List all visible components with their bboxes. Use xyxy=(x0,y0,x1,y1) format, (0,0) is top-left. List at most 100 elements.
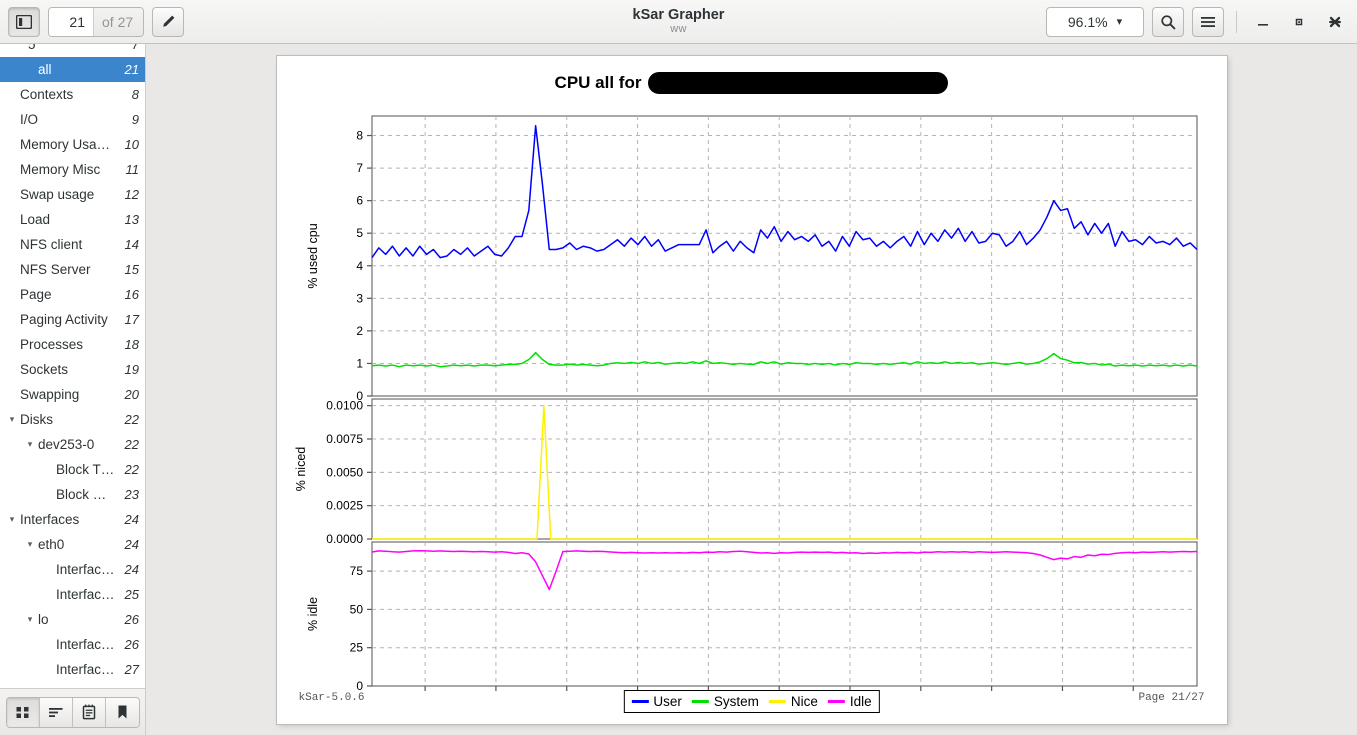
tree-spacer: ▾ xyxy=(4,264,20,275)
sidebar-item-swap-usage[interactable]: ▾Swap usage 12 xyxy=(0,182,145,207)
annotate-button[interactable] xyxy=(152,6,185,37)
close-icon xyxy=(1328,15,1342,29)
page-number-input[interactable] xyxy=(49,7,93,36)
tree-spacer: ▾ xyxy=(4,364,20,375)
y-axis-tick-label: 3 xyxy=(356,291,363,305)
tab-thumbnails[interactable] xyxy=(6,697,40,727)
y-axis-label: % used cpu xyxy=(306,223,320,288)
maximize-button[interactable] xyxy=(1285,8,1313,36)
sidebar-item-interfac[interactable]: ▾Interfac… 26 xyxy=(0,632,145,657)
sidebar-item-label: 5 xyxy=(28,44,36,52)
document-view[interactable]: CPU all for 0 1 2 3 4 5 6 7 8 % used cpu 0.0000 0.0… xyxy=(146,44,1357,735)
sidebar-item-page: 14 xyxy=(124,237,139,252)
sidebar-item-contexts[interactable]: ▾Contexts 8 xyxy=(0,82,145,107)
sidebar-item-page: 9 xyxy=(131,112,139,127)
sidebar-item-eth0[interactable]: ▾ eth0 24 xyxy=(0,532,145,557)
tab-bookmarks[interactable] xyxy=(105,697,139,727)
sidebar-item-label: Interfaces xyxy=(20,512,80,527)
sidebar-item-load[interactable]: ▾Load 13 xyxy=(0,207,145,232)
tree-spacer: ▾ xyxy=(4,139,20,150)
hamburger-menu-icon xyxy=(1200,15,1216,29)
sidebar-item-memory-misc[interactable]: ▾Memory Misc 11 xyxy=(0,157,145,182)
sidebar-item-interfac[interactable]: ▾Interfac… 24 xyxy=(0,557,145,582)
sidebar-item-all[interactable]: ▾all 21 xyxy=(0,57,145,82)
sidebar-item-page: 22 xyxy=(124,462,139,477)
y-axis-tick-label: 0 xyxy=(356,679,363,693)
tree-spacer: ▾ xyxy=(4,214,20,225)
bookmark-icon xyxy=(116,704,129,720)
sidebar-item-sockets[interactable]: ▾Sockets 19 xyxy=(0,357,145,382)
tree-spacer: ▾ xyxy=(4,89,20,100)
sidebar-item-nfs-server[interactable]: ▾NFS Server 15 xyxy=(0,257,145,282)
chevron-down-icon[interactable]: ▾ xyxy=(22,539,38,550)
sidebar-item-interfac[interactable]: ▾Interfac… 25 xyxy=(0,582,145,607)
search-icon xyxy=(1160,14,1176,30)
tab-outline[interactable] xyxy=(39,697,73,727)
sidebar-item-lo[interactable]: ▾ lo 26 xyxy=(0,607,145,632)
chevron-down-icon: ▾ xyxy=(1116,16,1123,28)
y-axis-tick-label: 0.0100 xyxy=(326,399,363,413)
search-button[interactable] xyxy=(1152,6,1184,37)
pencil-icon xyxy=(160,14,176,30)
tree-spacer: ▾ xyxy=(4,389,20,400)
y-axis-label: % niced xyxy=(294,447,308,492)
sidebar-item-label: eth0 xyxy=(38,537,65,552)
page-number-box[interactable]: of 27 xyxy=(48,6,145,37)
sidebar-item-page: 17 xyxy=(124,312,139,327)
sidebar-item-block[interactable]: ▾Block … 23 xyxy=(0,482,145,507)
sidebar-item-page[interactable]: ▾Page 16 xyxy=(0,282,145,307)
tab-annotations[interactable] xyxy=(72,697,106,727)
sidebar-item-nfs-client[interactable]: ▾NFS client 14 xyxy=(0,232,145,257)
close-button[interactable] xyxy=(1321,8,1349,36)
sidebar-item-page: 8 xyxy=(131,87,139,102)
window-title: kSar Grapher xyxy=(632,6,725,23)
tree-spacer: ▾ xyxy=(4,239,20,250)
sidebar-outline-list[interactable]: 5 7 ▾all21▾Contexts8▾I/O9▾Memory Usa…10▾… xyxy=(0,44,145,688)
sidebar-item-interfac[interactable]: ▾Interfac… 27 xyxy=(0,657,145,682)
sidebar-item-page: 16 xyxy=(124,287,139,302)
sidebar-item-swapping[interactable]: ▾Swapping 20 xyxy=(0,382,145,407)
sidebar-toggle-button[interactable] xyxy=(8,6,40,37)
chevron-down-icon[interactable]: ▾ xyxy=(4,414,20,425)
chevron-down-icon[interactable]: ▾ xyxy=(22,614,38,625)
sidebar-item-block-t[interactable]: ▾Block T… 22 xyxy=(0,457,145,482)
plot-frame xyxy=(370,398,1198,540)
sidebar-item-dev253-0[interactable]: ▾ dev253-0 22 xyxy=(0,432,145,457)
y-axis-tick-label: 7 xyxy=(356,161,363,175)
sidebar-item-interfaces[interactable]: ▾ Interfaces 24 xyxy=(0,507,145,532)
minimize-button[interactable] xyxy=(1249,8,1277,36)
sidebar-item-label: lo xyxy=(38,612,49,627)
sidebar-item-paging-activity[interactable]: ▾Paging Activity 17 xyxy=(0,307,145,332)
sidebar: 5 7 ▾all21▾Contexts8▾I/O9▾Memory Usa…10▾… xyxy=(0,44,146,735)
main-menu-button[interactable] xyxy=(1192,6,1224,37)
sidebar-item-label: NFS client xyxy=(20,237,83,252)
sidebar-item-page: 18 xyxy=(124,337,139,352)
tree-spacer: ▾ xyxy=(4,289,20,300)
sidebar-item-label: Page xyxy=(20,287,52,302)
sidebar-item-label: Load xyxy=(20,212,51,227)
tree-spacer: ▾ xyxy=(4,189,20,200)
tree-spacer: ▾ xyxy=(40,489,56,500)
y-axis-label: % idle xyxy=(306,597,320,631)
redaction-bar xyxy=(648,72,949,94)
sidebar-item-processes[interactable]: ▾Processes 18 xyxy=(0,332,145,357)
sidebar-rows: ▾all21▾Contexts8▾I/O9▾Memory Usa…10▾Memo… xyxy=(0,57,145,682)
sidebar-item-i-o[interactable]: ▾I/O 9 xyxy=(0,107,145,132)
page-indicator-label: Page 21/27 xyxy=(1138,692,1205,704)
sidebar-item-memory-usa[interactable]: ▾Memory Usa… 10 xyxy=(0,132,145,157)
sidebar-partial-row: 5 7 xyxy=(0,44,145,57)
sidebar-item-disks[interactable]: ▾ Disks 22 xyxy=(0,407,145,432)
sidebar-item-label: I/O xyxy=(20,112,39,127)
chevron-down-icon[interactable]: ▾ xyxy=(4,514,20,525)
sidebar-item-page: 26 xyxy=(124,637,139,652)
y-axis-tick-label: 8 xyxy=(356,129,363,143)
list-item-partial[interactable]: 5 7 xyxy=(0,44,145,57)
zoom-level-selector[interactable]: 96.1% ▾ xyxy=(1046,6,1144,37)
chart-title-text: CPU all for xyxy=(554,73,642,92)
header-right-group: 96.1% ▾ xyxy=(1046,6,1349,37)
sidebar-item-label: Processes xyxy=(20,337,84,352)
y-axis-tick-label: 0.0050 xyxy=(326,465,363,479)
chevron-down-icon[interactable]: ▾ xyxy=(22,439,38,450)
y-axis-tick-label: 1 xyxy=(356,356,363,370)
maximize-icon xyxy=(1292,15,1306,29)
